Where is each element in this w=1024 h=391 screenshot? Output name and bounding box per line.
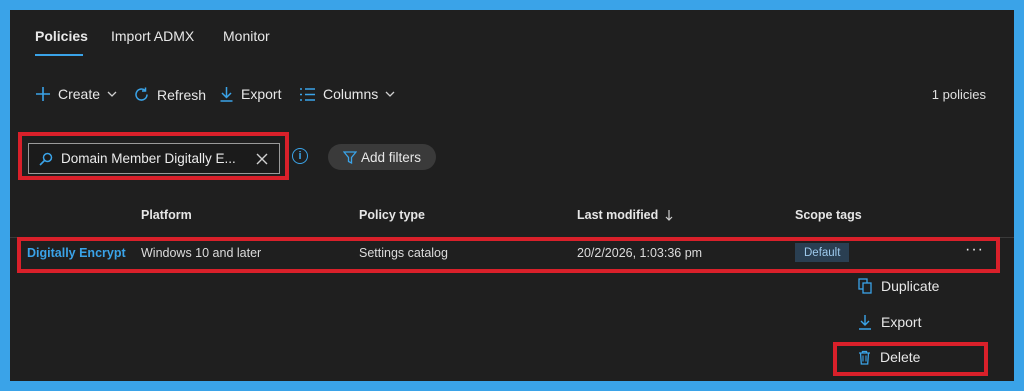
chevron-down-icon [385, 91, 395, 97]
export-button[interactable]: Export [219, 86, 281, 102]
create-label: Create [58, 86, 101, 102]
info-icon[interactable]: i [292, 148, 308, 164]
column-header-last-modified[interactable]: Last modified [577, 208, 674, 222]
download-icon [859, 315, 871, 330]
column-header-policy-type[interactable]: Policy type [359, 208, 425, 222]
sort-descending-icon [665, 210, 673, 221]
search-input[interactable]: Domain Member Digitally E... [28, 143, 280, 174]
tab-policies[interactable]: Policies [35, 28, 88, 44]
clear-search-button[interactable] [251, 148, 273, 170]
menu-item-export[interactable]: Export [858, 314, 921, 330]
search-icon [39, 152, 53, 166]
search-value: Domain Member Digitally E... [61, 151, 236, 166]
refresh-label: Refresh [157, 86, 207, 103]
add-filters-button[interactable]: Add filters [328, 144, 436, 170]
row-last-modified: 20/2/2026, 1:03:36 pm [577, 246, 703, 260]
tab-monitor[interactable]: Monitor [223, 28, 270, 44]
menu-item-delete[interactable]: Delete [858, 349, 920, 365]
app-frame: Policies Import ADMX Monitor Create Refr… [10, 10, 1014, 381]
add-filters-label: Add filters [360, 149, 422, 165]
menu-export-label: Export [881, 314, 922, 330]
columns-button[interactable]: Columns [299, 86, 396, 102]
scope-tag-badge: Default [795, 243, 850, 262]
tab-import-admx[interactable]: Import ADMX [111, 28, 194, 44]
chevron-down-icon [107, 91, 117, 97]
columns-icon [300, 87, 315, 101]
policy-name-link[interactable]: Digitally Encrypt C [27, 246, 129, 260]
active-tab-indicator [35, 54, 83, 56]
menu-item-duplicate[interactable]: Duplicate [858, 278, 939, 294]
policy-count: 1 policies [931, 87, 986, 102]
row-policy-type: Settings catalog [359, 246, 448, 260]
copy-icon [858, 278, 872, 294]
plus-icon [36, 87, 50, 101]
refresh-button[interactable]: Refresh [133, 86, 206, 103]
columns-label: Columns [323, 86, 379, 102]
create-button[interactable]: Create [35, 86, 118, 102]
column-header-platform[interactable]: Platform [141, 208, 192, 222]
trash-icon [859, 350, 870, 365]
last-modified-label: Last modified [577, 208, 659, 222]
duplicate-label: Duplicate [881, 278, 940, 294]
column-header-scope-tags[interactable]: Scope tags [795, 208, 862, 222]
filter-icon [342, 150, 357, 164]
more-actions-button[interactable]: ··· [965, 241, 984, 259]
refresh-icon [135, 87, 148, 101]
download-icon [220, 87, 233, 102]
close-icon [256, 153, 268, 164]
row-platform: Windows 10 and later [141, 246, 262, 260]
delete-label: Delete [880, 349, 921, 365]
export-label: Export [241, 86, 282, 102]
